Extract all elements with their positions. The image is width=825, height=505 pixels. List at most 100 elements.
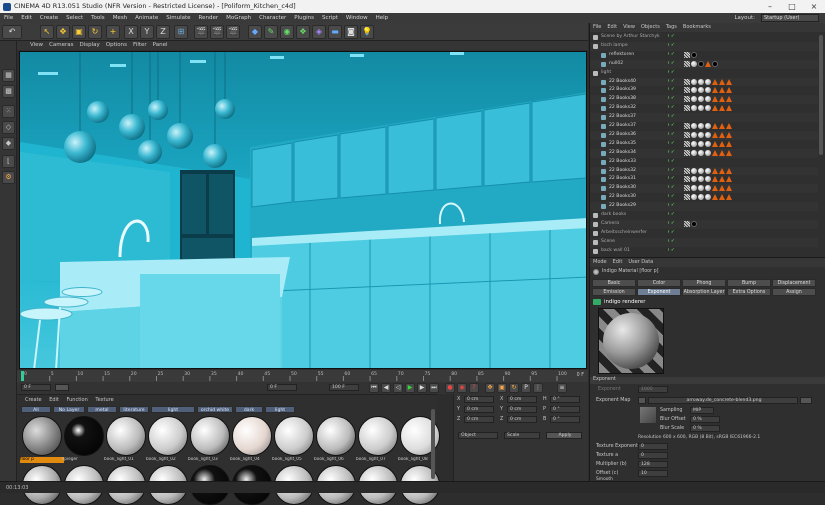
tab-phong[interactable]: Phong [682,279,726,287]
material-tag-icon[interactable] [698,131,704,138]
viewport-menu-panel[interactable]: Panel [150,41,171,50]
tab-displacement[interactable]: Displacement [772,279,816,287]
filter-light-2[interactable]: light [265,406,295,413]
menu-mesh[interactable]: Mesh [109,13,131,23]
viewport-menu-cameras[interactable]: Cameras [46,41,76,50]
polygons-mode-icon[interactable]: ◆ [2,137,15,150]
object-row[interactable]: 22 Books29 ⁞ ✓ [590,202,818,211]
3d-viewport[interactable] [19,51,587,369]
phong-tag-icon[interactable] [712,105,718,112]
phong-tag-icon[interactable] [712,123,718,129]
visibility-flags[interactable]: ⁞ ✓ [668,175,675,184]
menu-tools[interactable]: Tools [87,13,109,23]
visibility-flags[interactable]: ⁞ ✓ [668,167,675,176]
object-row[interactable]: 22 Books32 ⁞ ✓ [590,166,818,176]
select-arrow-icon[interactable]: ↖ [40,25,54,39]
visibility-flags[interactable]: ⁞ ✓ [668,95,675,104]
obj-menu-view[interactable]: View [620,23,638,32]
object-row[interactable]: 22 Books35 ⁞ ✓ [590,140,818,149]
object-manager-scrollbar[interactable] [819,35,823,155]
material-tag-icon[interactable] [691,60,697,67]
scene-object-icon[interactable]: ▬ [328,25,342,39]
texture-tag-icon[interactable] [684,185,690,192]
menu-render[interactable]: Render [195,13,223,23]
material-preview[interactable] [598,308,664,374]
object-tags[interactable] [684,51,698,60]
material-tag-icon[interactable] [691,176,697,183]
object-row[interactable]: 22 Books38 ⁞ ✓ [590,95,818,105]
object-tags[interactable] [684,131,733,140]
filter-light[interactable]: light [151,406,195,413]
filter-all[interactable]: All [21,406,51,413]
material-swatch-spieger[interactable] [64,416,104,456]
coord-size-y-field[interactable]: 0 cm [507,406,537,413]
material-tag-icon[interactable] [691,96,697,103]
visibility-flags[interactable]: ⁞ ✓ [668,238,675,247]
key-scale-icon[interactable]: ▣ [497,383,507,393]
object-name[interactable]: null02 [609,60,623,69]
material-tag-icon[interactable] [691,87,697,94]
object-name[interactable]: tisch lampe [601,42,628,51]
obj-menu-bookmarks[interactable]: Bookmarks [680,23,714,32]
start-frame-field[interactable]: 0 F [21,384,51,391]
points-mode-icon[interactable]: ⁙ [2,105,15,118]
material-tag-icon[interactable] [691,185,697,192]
viewport-menu-options[interactable]: Options [103,41,130,50]
tab-extra-options[interactable]: Extra Options [727,288,771,296]
object-row[interactable]: dark books ⁞ ✓ [590,211,818,220]
object-name[interactable]: back wall 01 [601,247,630,256]
phong-tag-icon[interactable] [719,131,725,138]
material-tag-icon[interactable] [691,140,697,147]
object-name[interactable]: 22 Books37 [609,113,636,122]
menu-animate[interactable]: Animate [131,13,162,23]
object-name[interactable]: 22 Books40 [609,78,636,87]
object-row[interactable]: Scene by Arthur Starchyk ⁞ ✓ [590,33,818,42]
coord-rot-b-field[interactable]: 0 ° [550,416,580,423]
menu-edit[interactable]: Edit [17,13,36,23]
tab-emission[interactable]: Emission [592,288,636,296]
object-row[interactable]: Arbeitsscheinwerfer ⁞ ✓ [590,229,818,238]
mat-menu-function[interactable]: Function [67,397,88,403]
texture-exponent-field[interactable]: 0 [638,443,668,450]
x-axis-icon[interactable]: X [124,25,138,39]
phong-tag-icon[interactable] [726,167,732,174]
object-tags[interactable] [684,149,733,158]
material-tag-icon[interactable] [698,105,704,112]
phong-tag-icon[interactable] [719,149,725,156]
material-tag-icon[interactable] [705,105,711,112]
phong-tag-icon[interactable] [712,131,718,138]
coord-size-mode-dropdown[interactable]: Scale [504,432,540,439]
object-name[interactable]: reflektoren [609,51,634,60]
phong-tag-icon[interactable] [726,149,732,156]
object-tags[interactable] [684,220,698,229]
object-row[interactable]: tisch lampe ⁞ ✓ [590,41,818,51]
keyframe-selection-icon[interactable]: ? [469,383,479,393]
material-tag-icon[interactable] [691,149,697,156]
object-name[interactable]: dark books [601,211,626,220]
visibility-flags[interactable]: ⁞ ✓ [668,149,675,158]
object-row[interactable]: Scene ⁞ ✓ [590,237,818,247]
menu-file[interactable]: File [0,13,17,23]
light-icon[interactable]: 💡 [360,25,374,39]
material-tag-icon[interactable] [698,96,704,103]
prev-frame-icon[interactable]: ◀ [381,383,391,393]
material-tag-icon[interactable] [698,140,704,147]
material-tag-icon[interactable] [705,78,711,85]
phong-tag-icon[interactable] [712,176,718,183]
object-row[interactable]: 22 Books30 ⁞ ✓ [590,184,818,194]
material-manager-scrollbar[interactable] [431,409,435,479]
maximize-button[interactable]: □ [781,0,803,13]
obj-menu-file[interactable]: File [590,23,604,32]
texture-tag-icon[interactable] [684,123,690,129]
texture-tag-icon[interactable] [684,51,690,58]
obj-menu-edit[interactable]: Edit [604,23,620,32]
filter-dark[interactable]: dark [235,406,263,413]
key-position-icon[interactable]: ✥ [485,383,495,393]
phong-tag-icon[interactable] [712,167,718,174]
menu-script[interactable]: Script [318,13,342,23]
end-frame-field[interactable]: 100 F [329,384,359,391]
scale-icon[interactable]: ▣ [72,25,86,39]
filter-no-layer[interactable]: No Layer [53,406,85,413]
timeline-menu-icon[interactable]: ≡ [557,383,567,393]
visibility-flags[interactable]: ⁞ ✓ [668,229,675,238]
